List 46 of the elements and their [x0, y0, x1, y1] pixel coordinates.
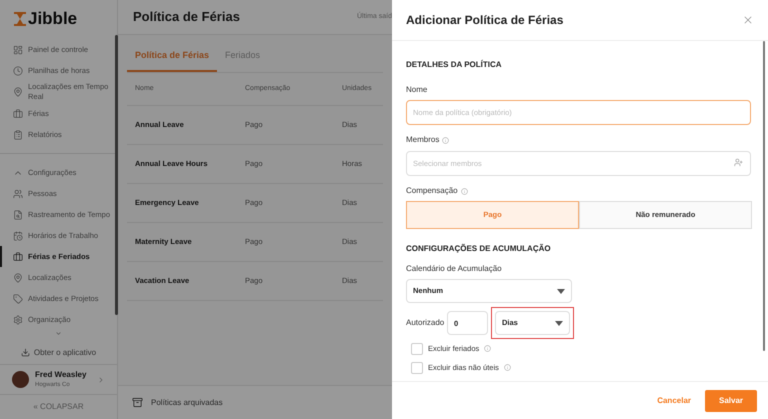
- dashboard-icon: [13, 44, 23, 54]
- hourglass-icon: [14, 12, 26, 26]
- archived-policies-link[interactable]: Políticas arquivadas: [151, 396, 223, 408]
- cancel-button[interactable]: Cancelar: [657, 394, 691, 406]
- field-label: Nome: [406, 84, 428, 96]
- briefcase-icon: [13, 252, 23, 262]
- collapse-button[interactable]: « COLAPSAR: [33, 401, 84, 413]
- map-pin-icon: [13, 272, 23, 282]
- file-search-icon: [13, 210, 23, 220]
- field-label: Compensação: [406, 185, 754, 197]
- section-heading: DETALHES DA POLÍTICA: [406, 59, 503, 71]
- close-icon[interactable]: [742, 14, 754, 26]
- add-user-icon: [734, 158, 743, 167]
- info-icon: [460, 188, 468, 194]
- logo-text: Jibble: [28, 8, 78, 30]
- info-icon: [504, 364, 511, 371]
- archive-icon: [132, 397, 143, 408]
- info-icon: [484, 345, 492, 352]
- field-label: Autorizado: [406, 317, 446, 329]
- map-pin-icon: [13, 87, 23, 97]
- field-label: Membros: [406, 134, 754, 146]
- info-icon: [442, 136, 450, 144]
- get-app-link[interactable]: Obter o aplicativo: [0, 341, 117, 365]
- page-title: Política de Férias: [133, 8, 240, 26]
- tab[interactable]: Feriados: [217, 48, 268, 72]
- checkbox[interactable]: [411, 362, 423, 374]
- tag-icon: [13, 294, 23, 304]
- avatar: [12, 371, 29, 388]
- caret-icon: [557, 288, 565, 294]
- calendar-clock-icon: [13, 230, 23, 240]
- section-heading: CONFIGURAÇÕES DE ACUMULAÇÃO: [406, 243, 552, 255]
- settings-icon: [13, 314, 23, 324]
- briefcase-icon: [13, 108, 23, 118]
- download-icon: [20, 348, 30, 357]
- panel-title: Adicionar Política de Férias: [406, 12, 564, 29]
- tab[interactable]: Política de Férias: [127, 48, 218, 72]
- clock-icon: [13, 66, 23, 76]
- checkbox[interactable]: [411, 342, 423, 354]
- chevron-down-icon: [55, 330, 62, 337]
- users-icon: [13, 188, 23, 198]
- chevron-right-icon: [97, 376, 105, 384]
- field-label: Calendário de Acumulação: [406, 263, 503, 275]
- user-name: Fred Weasley: [35, 369, 88, 381]
- caret-icon: [555, 320, 563, 326]
- clipboard-icon: [13, 130, 23, 140]
- save-button[interactable]: Salvar: [705, 390, 757, 412]
